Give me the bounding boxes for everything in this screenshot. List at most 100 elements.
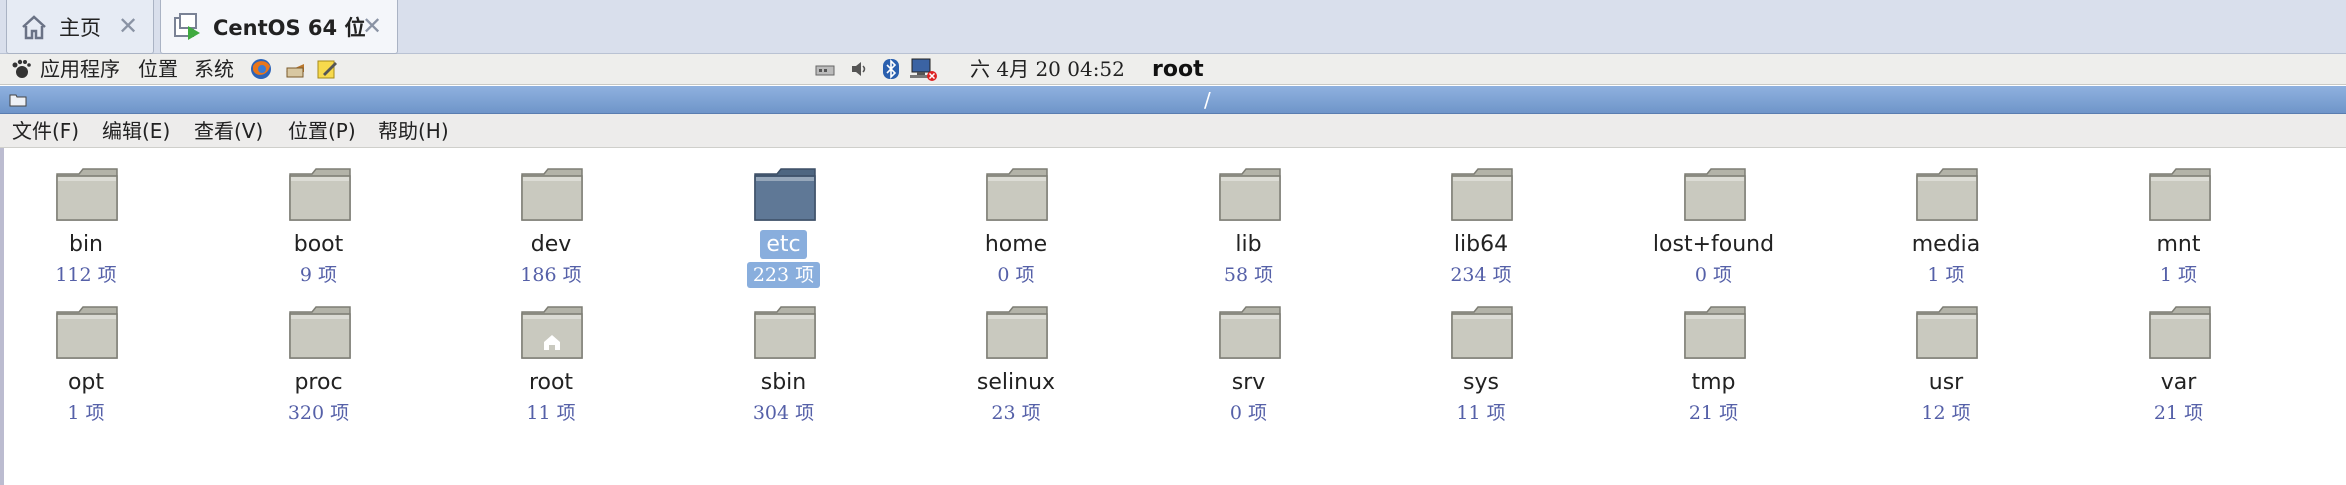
folder-name: media — [1911, 232, 1981, 257]
folder-item[interactable]: home 0 项 — [936, 150, 1096, 286]
folder-item[interactable]: sys 11 项 — [1401, 288, 1561, 424]
folder-icon — [1683, 306, 1746, 359]
folder-name: etc — [704, 230, 864, 259]
volume-icon[interactable] — [848, 58, 870, 80]
folder-name: lib64 — [1453, 232, 1509, 257]
folder-item[interactable]: tmp 21 项 — [1634, 288, 1794, 424]
firefox-icon[interactable] — [250, 58, 272, 80]
folder-item-count: 320 项 — [287, 402, 350, 424]
folder-icon — [986, 306, 1048, 359]
folder-item[interactable]: mnt 1 项 — [2099, 150, 2259, 286]
folder-item-count: 21 项 — [1688, 402, 1739, 424]
tab-centos[interactable]: CentOS 64 位 ✕ — [160, 0, 398, 54]
folder-item[interactable]: boot 9 项 — [239, 150, 399, 286]
folder-icon — [1683, 168, 1746, 221]
folder-name: selinux — [976, 370, 1056, 395]
vm-play-icon — [173, 12, 203, 42]
folder-icon — [2148, 168, 2211, 221]
menu-go[interactable]: 位置(P) — [288, 114, 356, 148]
home-icon — [19, 12, 49, 42]
folder-name: sys — [1463, 370, 1499, 395]
folder-item-count: 223 项 — [704, 260, 864, 288]
folder-name: var — [2160, 370, 2197, 395]
menu-file[interactable]: 文件(F) — [12, 114, 79, 148]
close-icon[interactable]: ✕ — [115, 13, 141, 39]
vm-tab-bar: 主页 ✕ CentOS 64 位 ✕ — [0, 0, 2346, 54]
folder-name: tmp — [1691, 370, 1736, 395]
menu-applications[interactable]: 应用程序 — [40, 54, 120, 85]
network-disconnected-icon[interactable] — [908, 58, 938, 81]
window-left-border — [0, 148, 4, 485]
panel-user[interactable]: root — [1152, 54, 1204, 85]
folder-icon — [1218, 168, 1281, 221]
folder-item[interactable]: dev 186 项 — [471, 150, 631, 286]
folder-icon — [56, 306, 118, 359]
folder-item[interactable]: usr 12 项 — [1866, 288, 2026, 424]
folder-item[interactable]: sbin 304 项 — [704, 288, 864, 424]
folder-item-count: 186 项 — [520, 264, 582, 286]
folder-item-count: 304 项 — [752, 402, 815, 424]
folder-item-count: 11 项 — [1456, 402, 1506, 424]
folder-icon — [521, 306, 583, 359]
folder-item-count: 21 项 — [2153, 402, 2204, 424]
folder-item[interactable]: var 21 项 — [2099, 288, 2259, 424]
gnome-foot-icon[interactable] — [10, 58, 32, 80]
folder-icon — [986, 168, 1048, 221]
folder-name: srv — [1231, 370, 1266, 395]
file-manager-menubar: 文件(F) 编辑(E) 查看(V) 位置(P) 帮助(H) — [0, 114, 2346, 148]
gnome-top-panel: 应用程序 位置 系统 六 4月 20 04:52 root — [0, 54, 2346, 85]
folder-item[interactable]: selinux 23 项 — [936, 288, 1096, 424]
folder-item[interactable]: srv 0 项 — [1169, 288, 1329, 424]
folder-item-count: 9 项 — [299, 264, 338, 286]
folder-item-count: 11 项 — [526, 402, 576, 424]
tab-home-label: 主页 — [59, 15, 101, 40]
folder-item[interactable]: bin 112 项 — [6, 150, 166, 286]
folder-icon — [1916, 168, 1978, 221]
notes-icon[interactable] — [316, 58, 338, 80]
folder-item[interactable]: lost+found 0 项 — [1634, 150, 1794, 286]
folder-small-icon — [9, 92, 27, 107]
location-path[interactable]: / — [1204, 86, 1211, 114]
folder-item[interactable]: media 1 项 — [1866, 150, 2026, 286]
folder-name: bin — [68, 232, 104, 257]
menu-edit[interactable]: 编辑(E) — [102, 114, 170, 148]
folder-name: opt — [67, 370, 105, 395]
folder-name: root — [528, 370, 574, 395]
tab-centos-label: CentOS 64 位 — [213, 15, 366, 40]
menu-help[interactable]: 帮助(H) — [378, 114, 449, 148]
folder-icon — [753, 306, 816, 359]
folder-item[interactable]: lib64 234 项 — [1401, 150, 1561, 286]
menu-places[interactable]: 位置 — [138, 54, 178, 85]
folder-name: sbin — [760, 370, 807, 395]
menu-system[interactable]: 系统 — [194, 54, 234, 85]
menu-view[interactable]: 查看(V) — [194, 114, 263, 148]
folder-icon — [1218, 306, 1281, 359]
folder-item[interactable]: root 11 项 — [471, 288, 631, 424]
folder-item[interactable]: opt 1 项 — [6, 288, 166, 424]
panel-clock[interactable]: 六 4月 20 04:52 — [970, 54, 1125, 85]
tab-home[interactable]: 主页 ✕ — [6, 0, 154, 54]
folder-item-count: 23 项 — [991, 402, 1041, 424]
bluetooth-icon[interactable] — [880, 58, 902, 80]
folder-item-count: 0 项 — [1229, 402, 1268, 424]
folder-icon — [56, 168, 118, 221]
folder-item-count: 1 项 — [1927, 264, 1965, 286]
folder-name: lost+found — [1652, 232, 1775, 257]
folder-item-count: 112 项 — [55, 264, 117, 286]
folder-name: boot — [293, 232, 344, 257]
folder-name: proc — [294, 370, 343, 395]
network-tray-icon[interactable] — [814, 58, 836, 80]
folder-item[interactable]: proc 320 项 — [239, 288, 399, 424]
folder-item-count: 12 项 — [1921, 402, 1971, 424]
location-bar: / — [0, 86, 2346, 114]
folder-icon — [753, 168, 816, 221]
folder-name: lib — [1235, 232, 1262, 257]
mail-client-icon[interactable] — [284, 58, 306, 80]
close-icon[interactable]: ✕ — [359, 13, 385, 39]
folder-item-count: 58 项 — [1223, 264, 1274, 286]
folder-icon — [1451, 306, 1513, 359]
folder-item[interactable]: etc 223 项 — [704, 150, 864, 288]
folder-item-count: 234 项 — [1450, 264, 1512, 286]
folder-item-count: 0 项 — [997, 264, 1035, 286]
folder-item[interactable]: lib 58 项 — [1169, 150, 1329, 286]
